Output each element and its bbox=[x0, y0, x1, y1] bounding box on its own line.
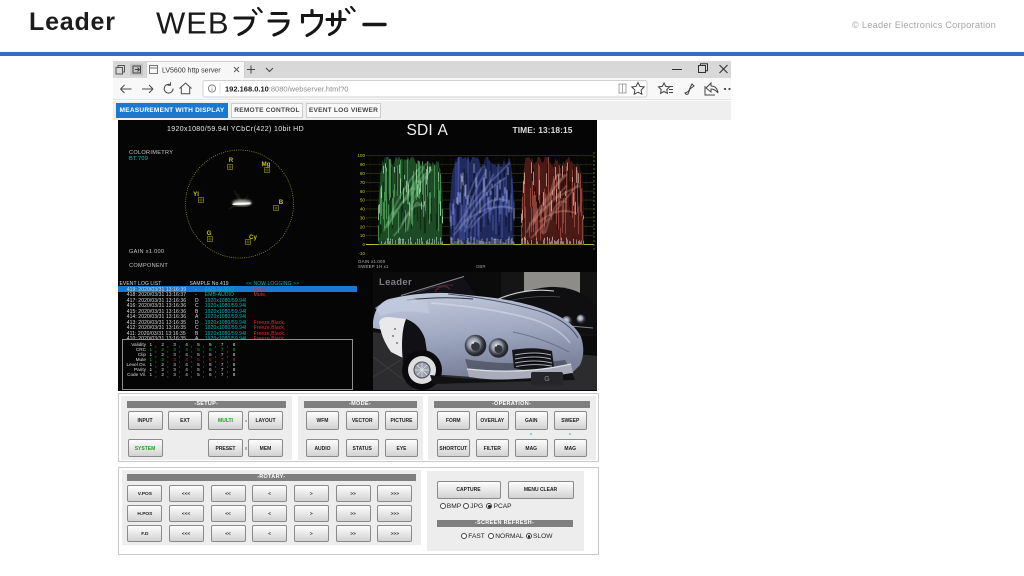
svg-text:i: i bbox=[211, 86, 212, 93]
svg-text:80: 80 bbox=[360, 171, 366, 176]
svg-text:G: G bbox=[207, 230, 212, 237]
svg-text:20: 20 bbox=[360, 224, 366, 229]
svg-text:70: 70 bbox=[360, 180, 366, 185]
svg-text:60: 60 bbox=[360, 189, 366, 194]
svg-text:Mg: Mg bbox=[262, 161, 271, 168]
svg-text:WEB: WEB bbox=[156, 6, 230, 41]
svg-text:B: B bbox=[279, 199, 284, 206]
svg-text:192.168.0.10:8080/webserver.ht: 192.168.0.10:8080/webserver.html?0 bbox=[225, 84, 348, 93]
svg-text:50: 50 bbox=[360, 198, 366, 203]
svg-text:100: 100 bbox=[357, 153, 365, 158]
svg-text:G: G bbox=[544, 376, 549, 383]
svg-text:Yl: Yl bbox=[193, 191, 199, 198]
svg-text:Cy: Cy bbox=[249, 234, 257, 241]
svg-text:90: 90 bbox=[360, 162, 366, 167]
svg-text:Leader: Leader bbox=[379, 277, 412, 288]
svg-text:LV5600 http server: LV5600 http server bbox=[162, 68, 221, 75]
svg-text:30: 30 bbox=[360, 215, 366, 220]
svg-text:-10: -10 bbox=[358, 251, 365, 256]
svg-text:R: R bbox=[229, 157, 234, 164]
svg-text:0: 0 bbox=[362, 242, 365, 247]
svg-text:40: 40 bbox=[360, 207, 366, 212]
svg-text:10: 10 bbox=[360, 233, 366, 238]
